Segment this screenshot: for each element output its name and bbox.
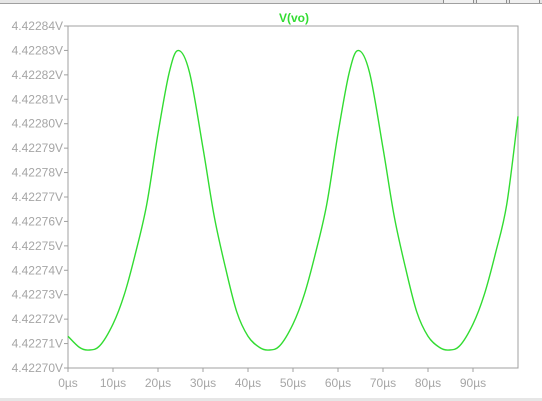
y-tick-label: 4.42271V [12,337,63,351]
x-tick-label: 40µs [235,376,261,390]
y-tick-label: 4.42276V [12,214,63,228]
x-tick-label: 90µs [460,376,486,390]
x-tick-label: 50µs [280,376,306,390]
x-tick-label: 60µs [325,376,351,390]
x-tick-label: 20µs [145,376,171,390]
x-tick-label: 0µs [58,376,78,390]
y-axis: 4.42270V 4.42271V 4.42272V 4.42273V 4.42274V… [12,19,68,375]
trace-v-vo[interactable] [67,49,519,351]
y-tick-label: 4.42273V [12,288,63,302]
plot-frame: V(vo) 4.42270V 4.42271V 4.42272V 4.42273V 4.… [0,3,542,398]
y-tick-label: 4.42272V [12,312,63,326]
y-tick-label: 4.42275V [12,239,63,253]
waveform-chart[interactable]: V(vo) 4.42270V4.42271V4.42272V4.42273V4.… [0,4,542,398]
y-tick-label: 4.42282V [12,68,63,82]
plot-area[interactable] [67,25,519,369]
x-tick-label: 30µs [190,376,216,390]
y-tick-label: 4.42278V [12,166,63,180]
y-tick-label: 4.42270V [12,361,63,375]
x-tick-label: 80µs [415,376,441,390]
y-tick-label: 4.42281V [12,92,63,106]
x-tick-label: 10µs [100,376,126,390]
y-tick-label: 4.42284V [12,19,63,33]
x-tick-label: 70µs [370,376,396,390]
y-tick-label: 4.42279V [12,141,63,155]
y-tick-label: 4.42277V [12,190,63,204]
y-tick-label: 4.42283V [12,43,63,57]
x-axis: 0µs 10µs 20µs 30µs 40µs 50µs 60µs 70µs 80µs 90µs [58,368,486,390]
y-tick-label: 4.42280V [12,117,63,131]
y-tick-label: 4.42274V [12,263,63,277]
chart-title: V(vo) [279,11,309,25]
